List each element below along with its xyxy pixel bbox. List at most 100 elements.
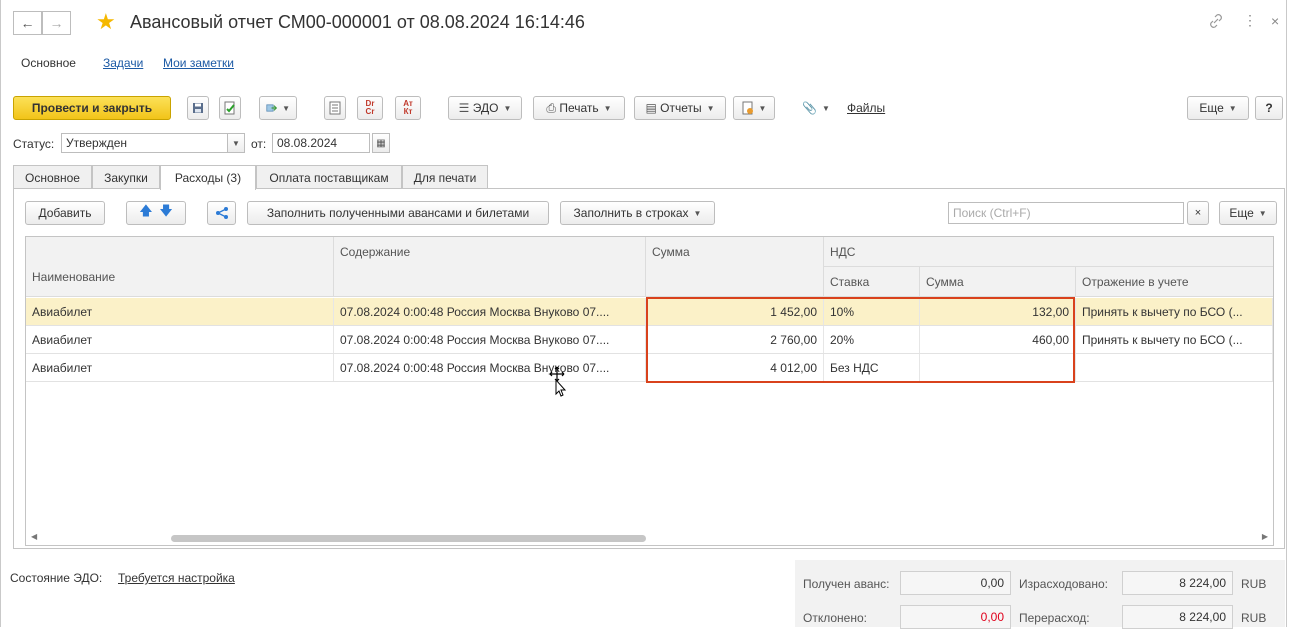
scroll-left-icon[interactable]: ◀ [31,532,37,541]
chevron-down-icon: ▼ [503,103,512,113]
cell-rate[interactable]: Без НДС [824,354,920,381]
column-header-accounting[interactable]: Отражение в учете [1076,267,1273,297]
cell-name[interactable]: Авиабилет [26,354,334,381]
date-field[interactable]: 08.08.2024 [272,133,370,153]
edo-button[interactable]: ☰ ЭДО ▼ [448,96,522,120]
dt-ct-button[interactable]: Dr Cr [357,96,383,120]
arrow-right-icon: → [49,15,64,31]
attachments-button[interactable]: ▼ [733,96,775,120]
cell-accounting[interactable]: Принять к вычету по БСО (... [1076,298,1273,325]
printer-icon: ⎙ [546,100,557,115]
cell-name[interactable]: Авиабилет [26,298,334,325]
cursor-icon [549,366,567,397]
tab-expenses[interactable]: Расходы (3) [160,165,256,190]
chevron-down-icon: ▼ [758,103,767,113]
scroll-right-icon[interactable]: ▶ [1262,532,1268,541]
cell-vat-sum[interactable]: 460,00 [920,326,1076,353]
column-header-vat[interactable]: НДС [824,237,1273,267]
cell-accounting[interactable] [1076,354,1273,381]
advance-label: Получен аванс: [803,577,890,591]
paperclip-button[interactable]: 📎 ▼ [795,96,837,120]
fill-advances-button[interactable]: Заполнить полученными авансами и билетам… [247,201,549,225]
print-button[interactable]: ⎙ Печать ▼ [533,96,625,120]
chevron-down-icon: ▼ [693,208,702,218]
create-based-on-button[interactable]: ▼ [259,96,297,120]
section-tasks[interactable]: Задачи [103,56,143,70]
tab-supplier-payment[interactable]: Оплата поставщикам [256,165,402,189]
forward-button[interactable]: → [42,11,71,35]
rejected-label: Отклонено: [803,611,867,625]
cell-name[interactable]: Авиабилет [26,326,334,353]
table-more-button[interactable]: Еще ▼ [1219,201,1277,225]
journal-icon [329,101,341,115]
edo-status-label: Состояние ЭДО: [10,571,103,585]
add-row-button[interactable]: Добавить [25,201,105,225]
more-vertical-icon[interactable]: ⋮ [1243,12,1257,29]
files-link[interactable]: Файлы [847,101,885,115]
table-row[interactable]: Авиабилет 07.08.2024 0:00:48 Россия Моск… [26,326,1273,354]
table-row[interactable]: Авиабилет 07.08.2024 0:00:48 Россия Моск… [26,354,1273,382]
link-icon[interactable] [1209,14,1223,31]
arrow-down-icon[interactable]: 🡇 [159,202,172,224]
chevron-down-icon: ▼ [282,103,290,113]
table-row[interactable]: Авиабилет 07.08.2024 0:00:48 Россия Моск… [26,298,1273,326]
cell-rate[interactable]: 10% [824,298,920,325]
spent-value: 8 224,00 [1122,571,1233,595]
share-icon [215,207,228,219]
cell-sum[interactable]: 1 452,00 [646,298,824,325]
chevron-down-icon: ▼ [822,103,830,113]
chevron-down-icon: ▼ [706,103,715,113]
column-header-vat-sum[interactable]: Сумма [920,267,1076,297]
back-button[interactable]: ← [13,11,42,35]
post-button[interactable] [219,96,241,120]
post-and-close-button[interactable]: Провести и закрыть [13,96,171,120]
at-kt-button[interactable]: Ат Кт [395,96,421,120]
fill-rows-button[interactable]: Заполнить в строках ▼ [560,201,715,225]
search-input[interactable]: Поиск (Ctrl+F) [948,202,1184,224]
calendar-button[interactable]: ▦ [372,133,390,153]
arrow-up-icon[interactable]: 🡅 [139,202,152,224]
cell-content[interactable]: 07.08.2024 0:00:48 Россия Москва Внуково… [334,354,646,381]
cell-sum[interactable]: 4 012,00 [646,354,824,381]
reports-button[interactable]: ▤ Отчеты ▼ [634,96,726,120]
tab-purchases[interactable]: Закупки [92,165,160,189]
date-label: от: [251,137,267,151]
move-rows-buttons[interactable]: 🡅 🡇 [126,201,186,225]
cell-content[interactable]: 07.08.2024 0:00:48 Россия Москва Внуково… [334,326,646,353]
column-header-name[interactable]: Наименование [26,237,334,297]
status-field[interactable]: Утвержден [61,133,228,153]
save-button[interactable] [187,96,209,120]
section-main[interactable]: Основное [21,56,76,70]
arrow-left-icon: ← [20,15,35,31]
status-dropdown-button[interactable]: ▼ [227,133,245,153]
help-button[interactable]: ? [1255,96,1283,120]
cell-vat-sum[interactable] [920,354,1076,381]
horizontal-scrollbar[interactable]: ◀ ▶ [26,531,1273,545]
document-journal-button[interactable] [324,96,346,120]
share-button[interactable] [207,201,236,225]
cell-content[interactable]: 07.08.2024 0:00:48 Россия Москва Внуково… [334,298,646,325]
paperclip-icon: 📎 [802,101,818,115]
tab-main[interactable]: Основное [13,165,92,189]
section-notes[interactable]: Мои заметки [163,56,234,70]
save-icon [193,103,203,113]
column-header-rate[interactable]: Ставка [824,267,920,297]
at-kt-icon: Ат Кт [403,99,413,116]
cell-sum[interactable]: 2 760,00 [646,326,824,353]
tab-print[interactable]: Для печати [402,165,488,189]
currency-label: RUB [1241,577,1267,591]
scrollbar-thumb[interactable] [171,535,646,542]
close-icon[interactable]: × [1271,13,1279,29]
clear-search-button[interactable]: × [1187,201,1209,225]
column-header-content[interactable]: Содержание [334,237,646,297]
more-button[interactable]: Еще ▼ [1187,96,1249,120]
favorite-star-icon[interactable]: ★ [96,10,116,34]
document-title: Авансовый отчет СМ00-000001 от 08.08.202… [130,12,585,32]
cell-vat-sum[interactable]: 132,00 [920,298,1076,325]
column-header-sum[interactable]: Сумма [646,237,824,297]
cell-accounting[interactable]: Принять к вычету по БСО (... [1076,326,1273,353]
edo-setup-link[interactable]: Требуется настройка [118,571,235,585]
status-label: Статус: [13,137,55,151]
reports-icon: ▤ [645,101,657,115]
cell-rate[interactable]: 20% [824,326,920,353]
